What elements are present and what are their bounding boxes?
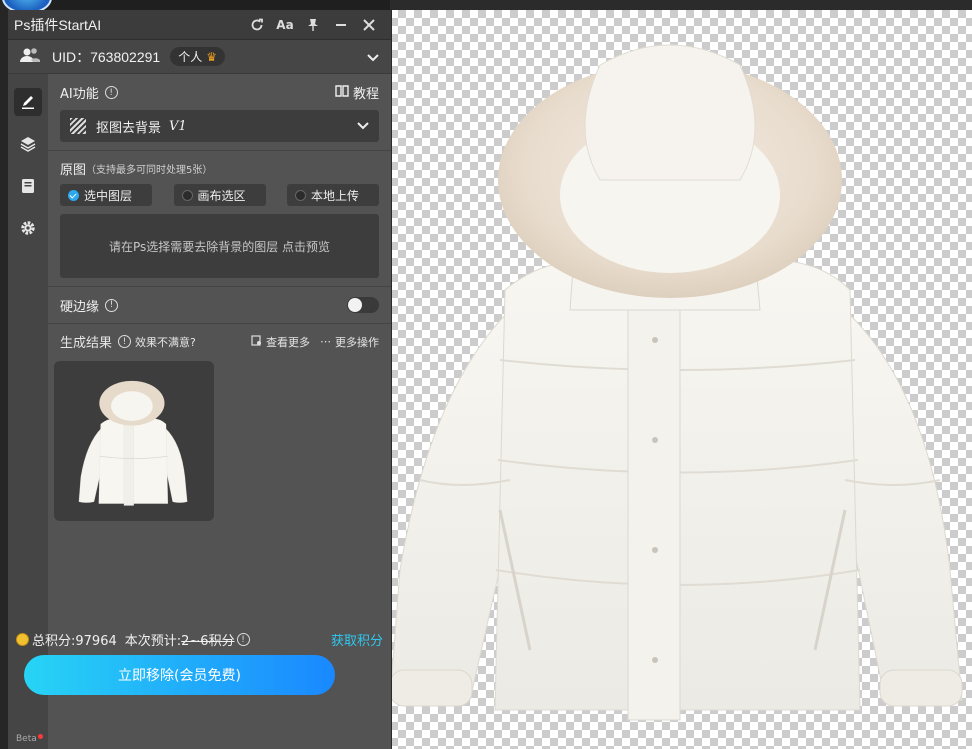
hard-edge-row: 硬边缘 ! [48,295,391,315]
view-more-link[interactable]: 查看更多 [251,334,310,350]
option-selected-layer[interactable]: 选中图层 [60,184,152,206]
photoshop-canvas[interactable] [390,10,972,749]
view-more-label: 查看更多 [266,335,310,349]
title-bar: Ps插件StartAI Aa [8,10,391,40]
font-size-icon[interactable]: Aa [271,13,299,37]
not-satisfied-link[interactable]: 效果不满意? [135,334,196,350]
uid-label: UID：763802291 [52,48,161,65]
ai-function-label: AI功能 [60,87,99,102]
radio-unchecked-icon [295,189,306,201]
crown-icon: ♛ [206,49,217,64]
option-label: 本地上传 [311,188,360,203]
jacket-thumbnail-image [78,380,188,506]
estimate-value: 2~6积分 [181,634,235,649]
ai-function-row: AI功能 ! 教程 [48,83,391,102]
result-header: 生成结果 ! 效果不满意? 查看更多 ⋯ 更多操作 [48,332,391,351]
view-more-icon [251,334,262,349]
source-options: 选中图层 画布选区 本地上传 [48,184,391,206]
book-icon [335,84,349,101]
option-label: 画布选区 [197,188,246,203]
more-actions-link[interactable]: ⋯ 更多操作 [320,334,379,350]
source-image-row: 原图 （支持最多可同时处理5张） [48,159,391,178]
result-thumbnail[interactable] [54,361,214,521]
startai-plugin-panel: Ps插件StartAI Aa UID：763802291 个人 ♛ AI功能 !… [8,10,392,749]
total-points: 总积分:97964 [32,634,117,649]
users-icon [20,47,40,67]
info-icon: ! [118,335,132,348]
option-label: 选中图层 [84,188,133,203]
user-bar[interactable]: UID：763802291 个人 ♛ [8,40,391,74]
pin-icon[interactable] [299,13,327,37]
hard-edge-label: 硬边缘 [60,299,100,315]
plan-badge: 个人 ♛ [170,47,225,66]
document-icon[interactable] [14,172,42,200]
edit-icon[interactable] [14,88,42,116]
photoshop-toolbar-strip [0,0,8,749]
tutorial-label: 教程 [352,87,379,102]
get-points-link[interactable]: 获取积分 [331,630,383,649]
tutorial-link[interactable]: 教程 [335,83,379,102]
window-title: Ps插件StartAI [14,16,102,33]
points-bar: 总积分:97964 本次预计: 2~6积分 ! 获取积分 [16,630,391,649]
chevron-down-icon [357,119,369,134]
dropzone-text: 请在Ps选择需要去除背景的图层 点击预览 [108,239,331,254]
more-dots-icon: ⋯ [320,335,331,348]
hard-edge-toggle[interactable] [347,297,379,313]
notification-dot-icon [37,734,43,739]
info-icon[interactable]: ! [104,86,118,99]
ai-tool-select[interactable]: 抠图去背景 V1 [60,110,379,142]
radio-checked-icon [68,189,79,201]
divider [48,286,391,287]
white-puffer-jacket-image [390,44,963,721]
minimize-icon[interactable] [327,13,355,37]
coin-icon [16,633,29,646]
source-image-label: 原图 [60,163,87,178]
option-local-upload[interactable]: 本地上传 [287,184,379,206]
tool-version: V1 [169,118,187,134]
info-icon[interactable]: ! [105,298,119,312]
beta-badge: Beta [16,734,43,744]
preview-dropzone[interactable]: 请在Ps选择需要去除背景的图层 点击预览 [60,214,379,278]
more-actions-label: 更多操作 [335,335,379,349]
radio-unchecked-icon [181,189,193,201]
settings-gear-icon[interactable] [14,214,42,242]
divider [48,150,391,151]
refresh-icon[interactable] [243,13,271,37]
photoshop-top-bar [390,0,972,10]
divider [48,323,391,324]
background-remove-icon [70,118,86,134]
chevron-down-icon[interactable] [367,47,379,66]
plan-badge-label: 个人 [178,50,203,64]
estimate-label: 本次预计: [124,634,182,649]
option-canvas-selection[interactable]: 画布选区 [173,184,266,206]
source-image-hint: （支持最多可同时处理5张） [86,165,213,176]
close-icon[interactable] [355,13,383,37]
selected-tool-label: 抠图去背景 [96,120,162,136]
layers-icon[interactable] [14,130,42,158]
beta-label: Beta [16,734,37,744]
result-label: 生成结果 [60,336,113,351]
info-icon[interactable]: ! [236,633,250,646]
remove-now-button[interactable]: 立即移除(会员免费) [24,655,335,695]
